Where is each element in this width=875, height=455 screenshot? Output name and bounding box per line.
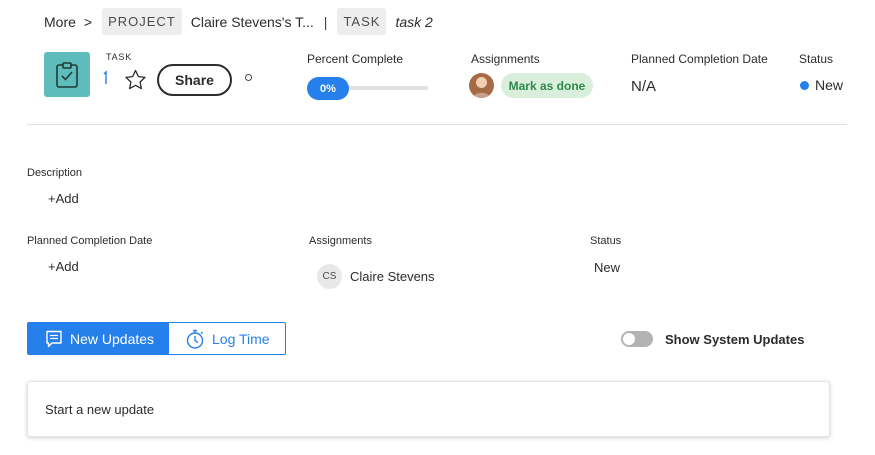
assignments-label: Assignments bbox=[471, 52, 540, 66]
status-dot-icon bbox=[800, 81, 809, 90]
breadcrumb-task-name: task 2 bbox=[395, 13, 433, 30]
star-icon[interactable] bbox=[123, 68, 148, 92]
status-label: Status bbox=[799, 52, 834, 66]
tab-log-time-label: Log Time bbox=[212, 330, 270, 347]
percent-complete-track[interactable] bbox=[340, 86, 428, 90]
breadcrumb-task-chip: TASK bbox=[337, 8, 387, 35]
status-detail-value[interactable]: New bbox=[594, 260, 620, 275]
breadcrumb-project-chip: PROJECT bbox=[102, 8, 182, 35]
planned-completion-label: Planned Completion Date bbox=[631, 52, 768, 66]
updates-tab-bar: New Updates Log Time bbox=[27, 322, 286, 355]
breadcrumb-separator: > bbox=[83, 13, 93, 30]
toggle-knob bbox=[623, 333, 635, 345]
share-button[interactable]: Share bbox=[157, 64, 232, 96]
task-type-icon-box bbox=[44, 52, 90, 97]
comment-icon bbox=[46, 330, 62, 347]
planned-completion-value[interactable]: N/A bbox=[631, 78, 656, 95]
status-value[interactable]: New bbox=[815, 77, 843, 93]
title-edit-stub[interactable] bbox=[103, 68, 107, 86]
planned-completion-add-link[interactable]: +Add bbox=[48, 259, 79, 274]
description-add-link[interactable]: +Add bbox=[48, 191, 79, 206]
planned-completion-detail-label: Planned Completion Date bbox=[27, 235, 153, 247]
show-system-updates-toggle[interactable] bbox=[621, 331, 653, 347]
breadcrumb-more[interactable]: More bbox=[44, 14, 76, 30]
assignee-name[interactable]: Claire Stevens bbox=[350, 269, 435, 284]
avatar-face-icon bbox=[473, 92, 490, 98]
clipboard-icon bbox=[56, 61, 78, 88]
stopwatch-icon bbox=[186, 329, 204, 349]
new-update-input[interactable]: Start a new update bbox=[27, 381, 830, 437]
breadcrumb: More > PROJECT Claire Stevens's T... | T… bbox=[44, 8, 433, 35]
status-detail-label: Status bbox=[590, 235, 622, 247]
breadcrumb-project-link[interactable]: Claire Stevens's T... bbox=[191, 14, 314, 30]
assignee-initials-avatar: CS bbox=[317, 264, 342, 289]
assignments-detail-label: Assignments bbox=[309, 235, 372, 247]
tab-new-updates[interactable]: New Updates bbox=[27, 322, 169, 355]
tab-log-time[interactable]: Log Time bbox=[169, 322, 286, 355]
breadcrumb-divider: | bbox=[323, 13, 328, 30]
percent-complete-label: Percent Complete bbox=[307, 52, 404, 66]
header-divider bbox=[27, 124, 847, 125]
description-label: Description bbox=[27, 167, 83, 179]
new-update-placeholder: Start a new update bbox=[45, 402, 155, 417]
more-circle-icon[interactable] bbox=[245, 74, 252, 81]
show-system-updates-label: Show System Updates bbox=[665, 332, 805, 347]
tab-new-updates-label: New Updates bbox=[70, 330, 155, 347]
mark-as-done-button[interactable]: Mark as done bbox=[501, 73, 593, 98]
assignee-avatar[interactable] bbox=[469, 73, 494, 98]
object-type-label: TASK bbox=[106, 52, 133, 62]
percent-complete-badge[interactable]: 0% bbox=[307, 77, 349, 100]
